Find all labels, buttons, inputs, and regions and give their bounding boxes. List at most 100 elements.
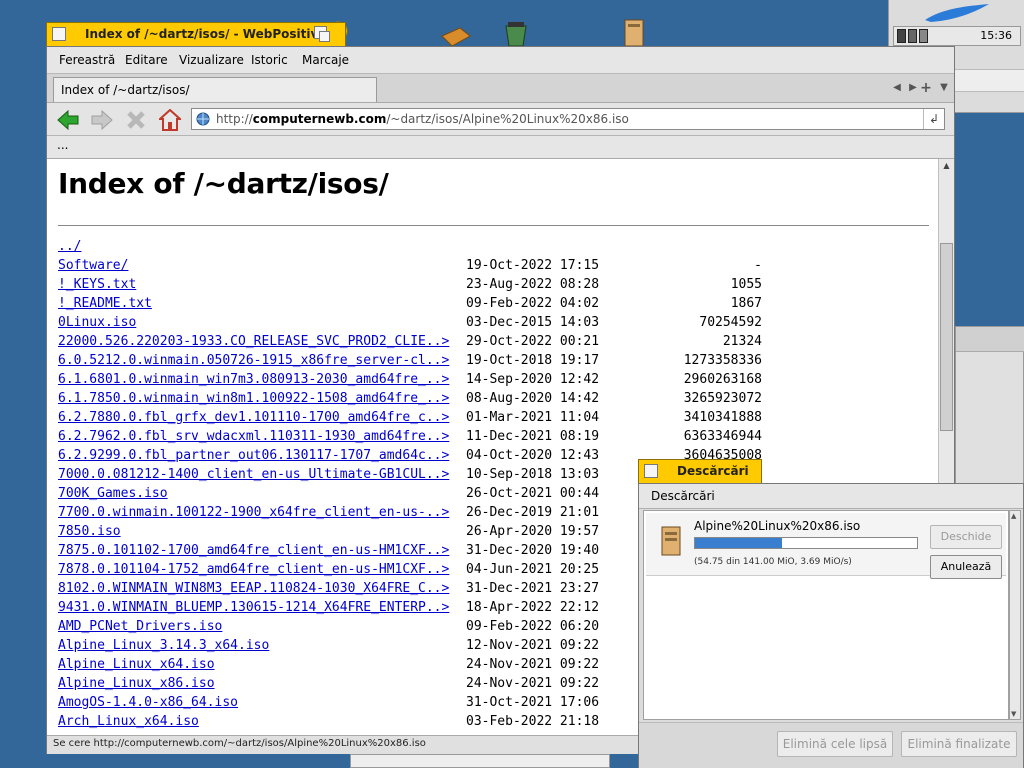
- file-link[interactable]: Alpine_Linux_3.14.3_x64.iso: [58, 638, 269, 653]
- file-date: 08-Aug-2020 14:42: [466, 391, 600, 406]
- file-link[interactable]: 22000.526.220203-1933.CO_RELEASE_SVC_PRO…: [58, 334, 449, 349]
- deskbar-logo-area[interactable]: [889, 0, 1024, 26]
- stop-button[interactable]: [125, 109, 147, 131]
- downloads-close-button[interactable]: [644, 464, 658, 478]
- file-link[interactable]: !_KEYS.txt: [58, 277, 136, 292]
- tray-network-icon[interactable]: [908, 29, 917, 43]
- menu-bar: Fereastră Editare Vizualizare Istoric Ma…: [47, 47, 954, 74]
- file-size: 1867: [730, 296, 762, 311]
- file-date: 26-Apr-2020 19:57: [466, 524, 600, 539]
- file-link[interactable]: Alpine_Linux_x64.iso: [58, 657, 215, 672]
- file-date: 26-Oct-2021 00:44: [466, 486, 600, 501]
- file-link[interactable]: ../: [58, 239, 81, 254]
- scroll-up-icon[interactable]: ▲: [1011, 512, 1016, 520]
- url-field[interactable]: http://computernewb.com/~dartz/isos/Alpi…: [191, 108, 945, 130]
- file-date: 11-Dec-2021 08:19: [466, 429, 600, 444]
- back-button[interactable]: [57, 109, 79, 131]
- download-progress-bar: [694, 537, 918, 549]
- window-zoom-button[interactable]: [314, 26, 330, 42]
- file-date: 31-Oct-2021 17:06: [466, 695, 600, 710]
- file-date: 10-Sep-2018 13:03: [466, 467, 600, 482]
- file-link[interactable]: 6.1.7850.0.winmain_win8m1.100922-1508_am…: [58, 391, 449, 406]
- tab-scroll-left-icon[interactable]: ◀: [889, 80, 905, 96]
- scroll-thumb[interactable]: [940, 243, 953, 431]
- file-date: 19-Oct-2018 19:17: [466, 353, 600, 368]
- tab-menu-icon[interactable]: ▼: [936, 80, 952, 96]
- remove-missing-button[interactable]: Elimină cele lipsă: [777, 731, 893, 757]
- file-size: 3265923072: [683, 391, 762, 406]
- file-date: 29-Oct-2022 00:21: [466, 334, 600, 349]
- file-link[interactable]: 7000.0.081212-1400_client_en-us_Ultimate…: [58, 467, 449, 482]
- remove-finished-button[interactable]: Elimină finalizate: [901, 731, 1017, 757]
- file-link[interactable]: AMD_PCNet_Drivers.iso: [58, 619, 222, 634]
- file-date: 04-Oct-2020 12:43: [466, 448, 600, 463]
- file-link[interactable]: Alpine_Linux_x86.iso: [58, 676, 215, 691]
- menu-window[interactable]: Fereastră: [59, 53, 115, 67]
- file-link[interactable]: 6.0.5212.0.winmain.050726-1915_x86fre_se…: [58, 353, 449, 368]
- file-date: 01-Mar-2021 11:04: [466, 410, 600, 425]
- tab-bar: Index of /~dartz/isos/ ◀ ▶ + ▼: [47, 74, 954, 103]
- tray-volume-icon[interactable]: [919, 29, 928, 43]
- downloads-window-tab[interactable]: Descărcări: [638, 459, 762, 483]
- menu-bookmarks[interactable]: Marcaje: [302, 53, 349, 67]
- menu-edit[interactable]: Editare: [125, 53, 168, 67]
- file-link[interactable]: Arch_Linux_x64.iso: [58, 714, 199, 729]
- clock[interactable]: 15:36: [980, 29, 1012, 42]
- desktop: { "browser": { "window_title": "Index of…: [0, 0, 1024, 768]
- file-link[interactable]: !_README.txt: [58, 296, 152, 311]
- file-link[interactable]: 7878.0.101104-1752_amd64fre_client_en-us…: [58, 562, 449, 577]
- file-date: 04-Jun-2021 20:25: [466, 562, 600, 577]
- url-path: /~dartz/isos/Alpine%20Linux%20x86.iso: [386, 112, 629, 126]
- tab-index-isos[interactable]: Index of /~dartz/isos/: [53, 77, 377, 102]
- file-size: -: [754, 258, 762, 273]
- downloads-header-label: Descărcări: [651, 489, 715, 503]
- file-link[interactable]: 7700.0.winmain.100122-1900_x64fre_client…: [58, 505, 449, 520]
- download-item[interactable]: Alpine%20Linux%20x86.iso (54.75 din 141.…: [646, 513, 1006, 579]
- scroll-up-icon[interactable]: ▲: [940, 159, 953, 173]
- file-link[interactable]: 6.2.7962.0.fbl_srv_wdacxml.110311-1930_a…: [58, 429, 449, 444]
- download-progress-fill: [695, 538, 782, 548]
- file-link[interactable]: 0Linux.iso: [58, 315, 136, 330]
- x-stop-icon: [127, 111, 145, 129]
- tray-cpu-icon[interactable]: [897, 29, 906, 43]
- scroll-down-icon[interactable]: ▼: [1011, 710, 1016, 718]
- green-arrow-left-icon: [57, 109, 79, 131]
- file-link[interactable]: 700K_Games.iso: [58, 486, 168, 501]
- home-button[interactable]: [157, 108, 183, 131]
- file-link[interactable]: 7850.iso: [58, 524, 121, 539]
- downloads-footer: Elimină cele lipsă Elimină finalizate: [639, 722, 1023, 768]
- navigation-bar: http://computernewb.com/~dartz/isos/Alpi…: [47, 103, 954, 136]
- file-date: 31-Dec-2021 23:27: [466, 581, 600, 596]
- downloads-scrollbar[interactable]: ▲ ▼: [1009, 510, 1021, 720]
- file-link[interactable]: 6.2.7880.0.fbl_grfx_dev1.101110-1700_amd…: [58, 410, 449, 425]
- window-close-button[interactable]: [52, 27, 66, 41]
- menu-view[interactable]: Vizualizare: [179, 53, 244, 67]
- forward-button[interactable]: [91, 109, 113, 131]
- downloads-window-title: Descărcări: [677, 464, 749, 478]
- file-link[interactable]: 6.2.9299.0.fbl_partner_out06.130117-1707…: [58, 448, 449, 463]
- download-stats: (54.75 din 141.00 MiO, 3.69 MiO/s): [694, 557, 852, 567]
- file-link[interactable]: 8102.0.WINMAIN_WIN8M3_EEAP.110824-1030_X…: [58, 581, 449, 596]
- browser-window-tab[interactable]: Index of /~dartz/isos/ - WebPositive: [46, 22, 346, 46]
- file-size: 2960263168: [683, 372, 762, 387]
- enter-icon: ↲: [928, 112, 940, 126]
- open-download-button[interactable]: Deschide: [930, 525, 1002, 549]
- file-link[interactable]: 6.1.6801.0.winmain_win7m3.080913-2030_am…: [58, 372, 449, 387]
- file-link[interactable]: 7875.0.101102-1700_amd64fre_client_en-us…: [58, 543, 449, 558]
- file-link[interactable]: 9431.0.WINMAIN_BLUEMP.130615-1214_X64FRE…: [58, 600, 449, 615]
- file-link[interactable]: AmogOS-1.4.0-x86_64.iso: [58, 695, 238, 710]
- window-title: Index of /~dartz/isos/ - WebPositive: [85, 27, 327, 41]
- go-button[interactable]: ↲: [923, 109, 944, 129]
- new-tab-button[interactable]: +: [918, 80, 934, 96]
- file-link[interactable]: Software/: [58, 258, 128, 273]
- cancel-download-button[interactable]: Anulează: [930, 555, 1002, 579]
- file-date: 03-Dec-2015 14:03: [466, 315, 600, 330]
- bookmarks-overflow-button[interactable]: ...: [57, 138, 68, 152]
- file-date: 26-Dec-2019 21:01: [466, 505, 600, 520]
- file-size: 1055: [730, 277, 762, 292]
- menu-history[interactable]: Istoric: [251, 53, 288, 67]
- arrow-right-icon: [91, 109, 113, 131]
- haiku-leaf-icon[interactable]: [923, 2, 993, 24]
- package-icon: [661, 526, 681, 556]
- download-filename: Alpine%20Linux%20x86.iso: [694, 519, 861, 533]
